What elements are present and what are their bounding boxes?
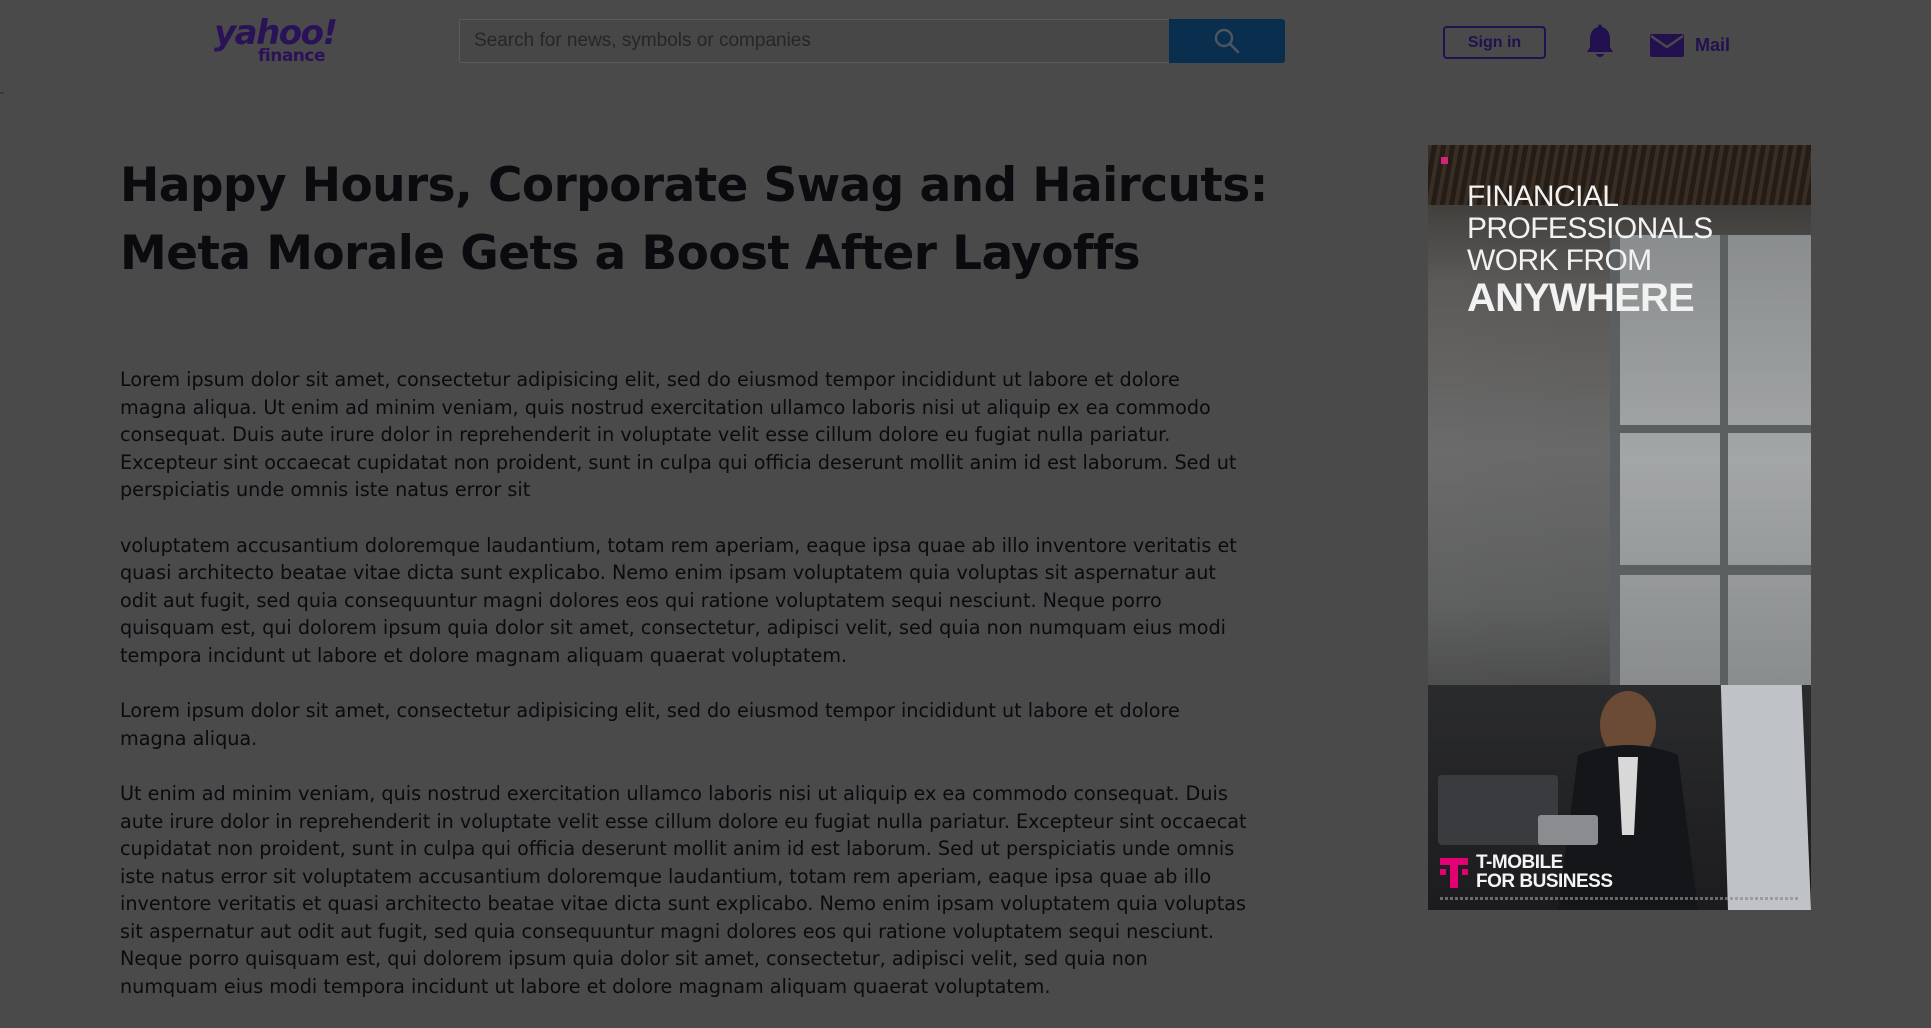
yahoo-finance-logo[interactable]: yahoo! finance xyxy=(214,16,338,66)
ad-headline-emphasis: ANYWHERE xyxy=(1467,276,1695,320)
t-mobile-logo xyxy=(1440,858,1468,888)
mail-label: Mail xyxy=(1695,34,1731,55)
bell-icon xyxy=(1587,24,1613,57)
search-button[interactable] xyxy=(1169,19,1285,63)
article-paragraph: Ut enim ad minim veniam, quis nostrud ex… xyxy=(120,781,1247,999)
article-body: Lorem ipsum dolor sit amet, consectetur … xyxy=(120,366,1250,1028)
ad-headline-line: WORK FROM xyxy=(1467,244,1652,277)
search-input[interactable] xyxy=(459,19,1169,63)
page-edge-marker xyxy=(0,92,4,94)
ad-brand-line: T-MOBILE xyxy=(1476,852,1563,873)
ad-headline: FINANCIAL PROFESSIONALS WORK FROM ANYWHE… xyxy=(1467,180,1787,320)
search-icon xyxy=(1214,28,1240,54)
ad-indicator xyxy=(1441,157,1448,164)
envelope-icon xyxy=(1650,34,1684,57)
ad-headline-line: FINANCIAL xyxy=(1467,180,1619,213)
ad-brand-line: FOR BUSINESS xyxy=(1476,871,1613,892)
ad-headline-line: PROFESSIONALS xyxy=(1467,212,1713,245)
ad-fine-print xyxy=(1440,897,1800,900)
logo-wordmark: yahoo! xyxy=(214,13,338,53)
mail-link[interactable]: Mail xyxy=(1649,30,1730,60)
article-paragraph: Lorem ipsum dolor sit amet, consectetur … xyxy=(120,368,1237,502)
article-paragraph: Lorem ipsum dolor sit amet, consectetur … xyxy=(120,699,1180,750)
sign-in-button[interactable]: Sign in xyxy=(1443,26,1546,59)
top-navigation-bar: yahoo! finance Sign in Mail xyxy=(0,0,1931,90)
advertisement-banner[interactable]: FINANCIAL PROFESSIONALS WORK FROM ANYWHE… xyxy=(1428,145,1811,910)
article-paragraph: voluptatem accusantium doloremque laudan… xyxy=(120,533,1237,667)
article-headline: Happy Hours, Corporate Swag and Haircuts… xyxy=(120,158,1268,281)
ad-brand: T-MOBILE FOR BUSINESS xyxy=(1440,853,1613,891)
logo-subtitle: finance xyxy=(258,46,326,66)
notifications-button[interactable] xyxy=(1584,24,1616,62)
